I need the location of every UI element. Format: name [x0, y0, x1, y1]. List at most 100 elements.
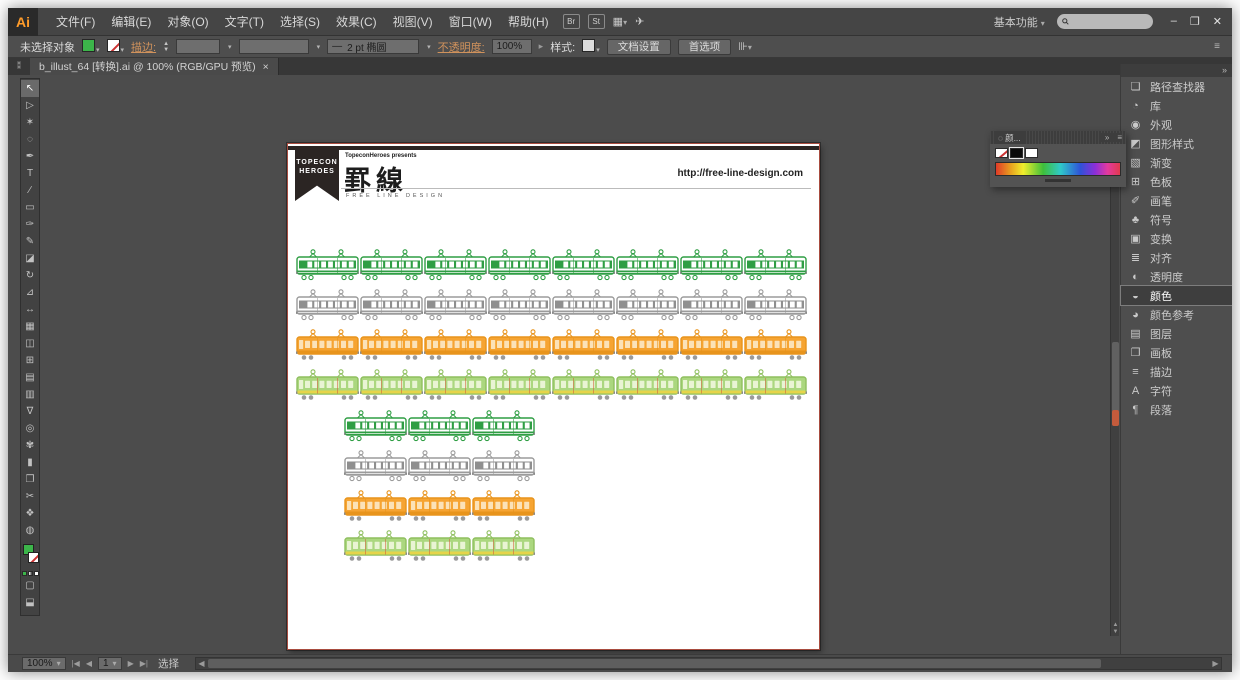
- panel-menu-icon[interactable]: ≡: [1117, 133, 1122, 142]
- width-profile-dropdown[interactable]: [238, 39, 309, 54]
- stroke-indicator[interactable]: [28, 552, 39, 563]
- black-swatch[interactable]: [1009, 147, 1024, 159]
- gradient-mode-icon[interactable]: [27, 571, 33, 576]
- train-row-orange-short[interactable]: [344, 489, 535, 525]
- train-car[interactable]: [424, 288, 487, 324]
- zoom-tool[interactable]: ◍: [21, 522, 39, 539]
- perspective-grid-tool[interactable]: ⊞: [21, 352, 39, 369]
- train-car[interactable]: [744, 328, 807, 364]
- dock-panel-character[interactable]: A 字符: [1121, 381, 1232, 400]
- color-mode-buttons[interactable]: [21, 571, 39, 576]
- search-input[interactable]: [1072, 16, 1148, 27]
- train-car[interactable]: [344, 489, 407, 525]
- horizontal-scrollbar[interactable]: ◀ ▶: [194, 657, 1222, 670]
- artboard[interactable]: TOPECON HEROES TopeconHeroes presents 罫線…: [287, 143, 820, 650]
- screen-mode-icon[interactable]: ⬓: [21, 594, 39, 611]
- stroke-weight-field[interactable]: [176, 39, 221, 54]
- menu-item-4[interactable]: 选择(S): [272, 8, 328, 36]
- train-car[interactable]: [408, 409, 471, 445]
- dock-panel-paragraph[interactable]: ¶ 段落: [1121, 400, 1232, 419]
- color-spectrum-bar[interactable]: [995, 162, 1121, 176]
- panel-fold-icon[interactable]: ⁑: [8, 61, 30, 72]
- width-tool[interactable]: ↔: [21, 301, 39, 318]
- dock-panel-layers[interactable]: ▤ 图层: [1121, 324, 1232, 343]
- dock-panel-color[interactable]: ◒ 颜色: [1120, 285, 1232, 306]
- vertical-scrollbar-thumb[interactable]: [1112, 342, 1119, 412]
- close-button[interactable]: ✕: [1213, 15, 1222, 28]
- dock-collapse-icon[interactable]: »: [1121, 64, 1232, 77]
- stroke-weight-stepper[interactable]: ▲ ▼: [163, 41, 169, 53]
- search-box[interactable]: [1056, 14, 1153, 29]
- stroke-panel-link[interactable]: 描边:: [131, 39, 156, 55]
- scroll-left-icon[interactable]: ◀: [196, 659, 207, 668]
- slice-tool[interactable]: ✂: [21, 488, 39, 505]
- drawing-mode-icon[interactable]: ▢: [21, 577, 39, 594]
- color-panel-tab[interactable]: ◌ 颜...: [994, 131, 1025, 144]
- dock-panel-pathfinder[interactable]: ❏ 路径查找器: [1121, 77, 1232, 96]
- bridge-icon[interactable]: Br: [562, 14, 580, 29]
- train-car[interactable]: [408, 449, 471, 485]
- train-car[interactable]: [680, 328, 743, 364]
- train-car[interactable]: [616, 248, 679, 284]
- align-options-icon[interactable]: ⊪▾: [738, 40, 752, 53]
- fill-color-swatch[interactable]: ▾: [82, 38, 100, 55]
- artboard-tool[interactable]: ❐: [21, 471, 39, 488]
- train-car[interactable]: [360, 248, 423, 284]
- minimize-button[interactable]: –: [1171, 15, 1177, 28]
- opacity-field[interactable]: 100%: [491, 39, 532, 54]
- menu-item-0[interactable]: 文件(F): [48, 8, 103, 36]
- dock-panel-color-guide[interactable]: ◕ 颜色参考: [1121, 305, 1232, 324]
- train-car[interactable]: [616, 368, 679, 404]
- line-segment-tool[interactable]: ∕: [21, 182, 39, 199]
- gradient-tool[interactable]: ▥: [21, 386, 39, 403]
- previous-artboard-button[interactable]: ◀: [86, 659, 92, 668]
- train-car[interactable]: [552, 248, 615, 284]
- menu-item-7[interactable]: 窗口(W): [441, 8, 500, 36]
- train-car[interactable]: [744, 368, 807, 404]
- train-car[interactable]: [296, 248, 359, 284]
- none-mode-icon[interactable]: [33, 571, 39, 576]
- train-car[interactable]: [680, 368, 743, 404]
- menu-item-6[interactable]: 视图(V): [385, 8, 441, 36]
- eyedropper-tool[interactable]: ∇: [21, 403, 39, 420]
- dock-panel-transparency[interactable]: ◐ 透明度: [1121, 267, 1232, 286]
- train-car[interactable]: [424, 368, 487, 404]
- train-car[interactable]: [488, 248, 551, 284]
- train-car[interactable]: [744, 248, 807, 284]
- control-panel-menu-icon[interactable]: ≡: [1214, 41, 1220, 52]
- train-row-yellowgreen-long[interactable]: [296, 368, 807, 404]
- train-car[interactable]: [360, 288, 423, 324]
- menu-item-8[interactable]: 帮助(H): [500, 8, 557, 36]
- train-car[interactable]: [552, 368, 615, 404]
- train-row-yellowgreen-short[interactable]: [344, 529, 535, 565]
- blend-tool[interactable]: ◎: [21, 420, 39, 437]
- train-car[interactable]: [408, 529, 471, 565]
- train-row-green-short[interactable]: [344, 409, 535, 445]
- stock-icon[interactable]: St: [587, 14, 605, 29]
- train-car[interactable]: [472, 409, 535, 445]
- eraser-tool[interactable]: ◪: [21, 250, 39, 267]
- train-car[interactable]: [616, 328, 679, 364]
- style-swatch-dropdown[interactable]: ▾: [582, 38, 600, 55]
- magic-wand-tool[interactable]: ✶: [21, 114, 39, 131]
- close-tab-icon[interactable]: ×: [263, 61, 269, 73]
- workspace-switcher[interactable]: 基本功能 ▾: [994, 14, 1045, 30]
- brush-definition-dropdown[interactable]: — 2 pt 椭圆: [327, 39, 420, 54]
- train-row-orange-long[interactable]: [296, 328, 807, 364]
- dock-panel-stroke[interactable]: ≡ 描边: [1121, 362, 1232, 381]
- free-transform-tool[interactable]: ▦: [21, 318, 39, 335]
- horizontal-scrollbar-thumb[interactable]: [207, 659, 1101, 668]
- train-car[interactable]: [472, 449, 535, 485]
- train-car[interactable]: [552, 328, 615, 364]
- vertical-scrollbar[interactable]: ▲ ▼: [1110, 142, 1119, 636]
- train-car[interactable]: [744, 288, 807, 324]
- next-artboard-button[interactable]: ▶: [128, 659, 134, 668]
- scroll-right-icon[interactable]: ▶: [1210, 659, 1221, 668]
- paintbrush-tool[interactable]: ✑: [21, 216, 39, 233]
- menu-item-5[interactable]: 效果(C): [328, 8, 385, 36]
- dock-panel-gradient[interactable]: ▧ 渐变: [1121, 153, 1232, 172]
- dock-panel-libraries[interactable]: ◔ 库: [1121, 96, 1232, 115]
- dock-panel-transform[interactable]: ▣ 变换: [1121, 229, 1232, 248]
- train-car[interactable]: [424, 248, 487, 284]
- rotate-tool[interactable]: ↻: [21, 267, 39, 284]
